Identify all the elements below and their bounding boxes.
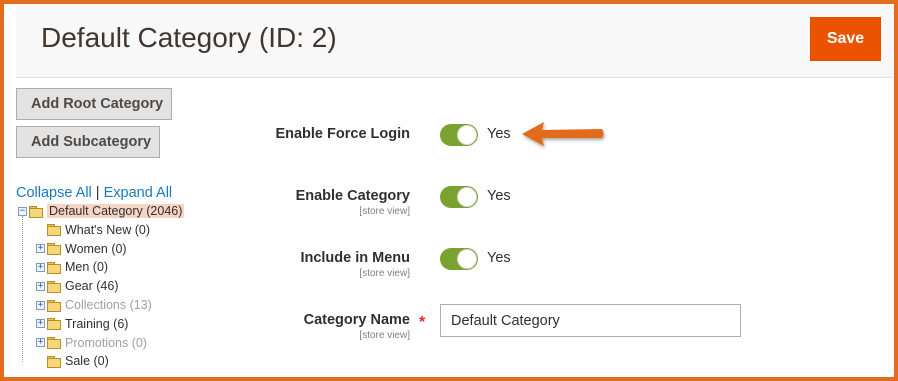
folder-icon [47,261,61,274]
enable-category-value: Yes [487,188,511,204]
expand-node-icon[interactable]: + [36,244,45,254]
enable-category-toggle[interactable] [440,186,478,208]
tree-node-label: Gear (46) [65,279,119,294]
tree-node[interactable]: + Men (0) [36,258,108,276]
add-root-category-button[interactable]: Add Root Category [16,88,172,120]
enable-force-login-value: Yes [487,126,511,142]
folder-icon [29,205,43,218]
expand-node-icon[interactable]: + [36,262,45,272]
tree-node-label: Women (0) [65,241,127,256]
tree-node[interactable]: + Training (6) [36,315,128,333]
category-name-input[interactable] [440,304,741,337]
expand-node-icon[interactable]: + [36,300,45,310]
include-in-menu-label: Include in Menu [300,250,410,266]
tree-node-label: Sale (0) [65,354,109,369]
save-button[interactable]: Save [810,17,881,61]
include-in-menu-value: Yes [487,250,511,266]
tree-node[interactable]: Sale (0) [47,352,109,370]
collapse-node-icon[interactable]: − [18,206,27,216]
expand-node-icon[interactable]: + [36,319,45,329]
tree-node[interactable]: + Gear (46) [36,277,119,295]
tree-node[interactable]: + Women (0) [36,240,127,258]
enable-category-scope: [store view] [359,206,410,217]
include-in-menu-toggle[interactable] [440,248,478,270]
expand-node-icon[interactable]: + [36,338,45,348]
page-header: Default Category (ID: 2) Save [16,4,894,78]
category-name-scope: [store view] [359,330,410,341]
collapse-all-link[interactable]: Collapse All [16,185,92,201]
folder-icon [47,224,61,237]
add-subcategory-button[interactable]: Add Subcategory [16,126,160,158]
arrow-left-icon [522,122,604,146]
tree-node-root[interactable]: − Default Category (2046) [18,202,185,220]
enable-category-label: Enable Category [295,188,410,204]
folder-icon [47,355,61,368]
folder-icon [47,243,61,256]
required-marker: * [419,314,426,331]
folder-icon [47,280,61,293]
tree-node-label: Men (0) [65,260,109,275]
tree-node-label: Promotions (0) [65,335,147,350]
expand-all-link[interactable]: Expand All [104,185,173,201]
tree-node-label: Training (6) [65,316,129,331]
tree-node-label: What's New (0) [65,222,151,237]
folder-icon [47,299,61,312]
tree-node[interactable]: + Collections (13) [36,296,152,314]
tree-node-label: Collections (13) [65,298,152,312]
tree-node[interactable]: + Promotions (0) [36,334,147,352]
page-title: Default Category (ID: 2) [41,22,337,53]
enable-force-login-label: Enable Force Login [275,126,410,142]
tree-node[interactable]: What's New (0) [47,221,150,239]
folder-icon [47,337,61,350]
tree-connector-line [22,216,23,363]
expand-node-icon[interactable]: + [36,281,45,291]
enable-force-login-toggle[interactable] [440,124,478,146]
include-in-menu-scope: [store view] [359,268,410,279]
tree-node-label: Default Category (2046) [47,204,185,218]
folder-icon [47,318,61,331]
tree-links-separator: | [95,185,100,201]
category-name-label: Category Name [303,312,410,328]
tree-controls: Collapse All | Expand All [16,185,172,201]
